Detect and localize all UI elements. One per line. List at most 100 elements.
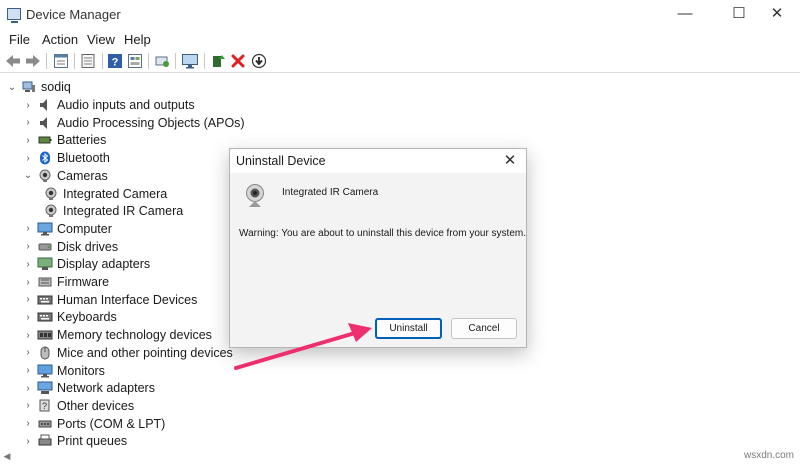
chevron-right-icon[interactable]: › xyxy=(22,294,34,305)
bluetooth-icon xyxy=(37,151,53,165)
tree-category-item[interactable]: ⌄ Cameras xyxy=(22,167,108,185)
chevron-right-icon[interactable]: › xyxy=(22,418,34,429)
tree-category-item[interactable]: › Memory technology devices xyxy=(22,326,212,344)
tree-root-label: sodiq xyxy=(41,80,71,94)
tree-item-label: Computer xyxy=(57,221,112,236)
tree-category-item[interactable]: › Audio inputs and outputs xyxy=(22,96,195,114)
uninstall-dialog: Uninstall Device ✕ Integrated IR Camera … xyxy=(229,148,527,348)
cancel-button[interactable]: Cancel xyxy=(451,318,517,339)
back-arrow-icon[interactable] xyxy=(4,52,22,70)
chevron-right-icon[interactable]: › xyxy=(22,100,34,111)
uninstall-button[interactable]: Uninstall xyxy=(375,318,442,339)
tree-item-label: Audio inputs and outputs xyxy=(57,98,195,112)
chevron-right-icon[interactable]: › xyxy=(22,347,34,358)
tree-device-item[interactable]: Integrated IR Camera xyxy=(40,202,183,220)
tree-item-label: Ports (COM & LPT) xyxy=(57,416,166,431)
close-button[interactable]: ✕ xyxy=(754,0,800,29)
tree-item-label: Batteries xyxy=(57,133,107,148)
tree-category-item[interactable]: › Mice and other pointing devices xyxy=(22,344,233,362)
tree-item-label: Keyboards xyxy=(57,310,117,325)
chevron-right-icon[interactable]: › xyxy=(22,330,34,341)
tree-category-item[interactable]: ›? Other devices xyxy=(22,397,134,415)
dialog-device-name: Integrated IR Camera xyxy=(282,187,379,198)
tree-item-label: Firmware xyxy=(57,275,110,289)
network-icon xyxy=(37,381,53,395)
tree-category-item[interactable]: › Keyboards xyxy=(22,308,117,326)
chevron-down-icon[interactable]: ⌄ xyxy=(22,170,34,181)
disk-icon xyxy=(37,240,53,254)
device-manager-icon xyxy=(7,8,21,23)
chevron-right-icon[interactable]: › xyxy=(22,436,34,447)
chevron-right-icon[interactable]: › xyxy=(22,277,34,288)
tree-item-label: Cameras xyxy=(57,168,108,183)
tree-item-label: Mice and other pointing devices xyxy=(57,345,233,360)
tree-root[interactable]: ⌄ sodiq xyxy=(6,78,71,96)
computer-icon xyxy=(21,80,37,94)
firmware-icon xyxy=(37,275,53,289)
dialog-title-bar: Uninstall Device ✕ xyxy=(230,149,526,173)
tree-item-label: Print queues xyxy=(57,434,128,449)
dialog-warning-text: Warning: You are about to uninstall this… xyxy=(239,228,526,239)
tree-category-item[interactable]: › Audio Processing Objects (APOs) xyxy=(22,114,244,132)
camera-icon xyxy=(43,187,59,201)
webcam-icon xyxy=(244,183,266,209)
window-title: Device Manager xyxy=(26,7,121,22)
tree-category-item[interactable]: › Disk drives xyxy=(22,238,118,256)
tree-category-item[interactable]: › Print queues xyxy=(22,432,127,450)
tree-item-label: Monitors xyxy=(57,363,105,378)
chevron-right-icon[interactable]: › xyxy=(22,135,34,146)
scroll-left-arrow[interactable]: ◀ xyxy=(0,448,14,464)
chevron-right-icon[interactable]: › xyxy=(22,117,34,128)
forward-arrow-icon[interactable] xyxy=(24,52,42,70)
chevron-right-icon[interactable]: › xyxy=(22,153,34,164)
menu-help[interactable]: Help xyxy=(124,32,151,47)
computer-icon xyxy=(37,222,53,236)
battery-icon xyxy=(37,133,53,147)
keyboard-icon xyxy=(37,310,53,324)
tree-category-item[interactable]: › Bluetooth xyxy=(22,149,110,167)
chevron-right-icon[interactable]: › xyxy=(22,400,34,411)
menu-view[interactable]: View xyxy=(87,32,115,47)
tree-category-item[interactable]: › Ports (COM & LPT) xyxy=(22,415,165,433)
tree-item-label: Display adapters xyxy=(57,257,151,272)
menu-action[interactable]: Action xyxy=(42,32,78,47)
chevron-right-icon[interactable]: › xyxy=(22,259,34,270)
chevron-right-icon[interactable]: › xyxy=(22,383,34,394)
chevron-down-icon[interactable]: ⌄ xyxy=(6,82,18,93)
tree-category-item[interactable]: › Human Interface Devices xyxy=(22,291,197,309)
device-list-icon[interactable] xyxy=(79,52,97,70)
properties-grid-icon[interactable] xyxy=(52,52,70,70)
uninstall-x-icon[interactable] xyxy=(229,52,247,70)
mouse-icon xyxy=(37,346,53,360)
svg-text:?: ? xyxy=(112,57,119,69)
speaker-icon xyxy=(37,116,53,130)
tree-item-label: Bluetooth xyxy=(57,151,110,166)
update-driver-icon[interactable] xyxy=(209,52,227,70)
monitor-icon xyxy=(37,364,53,378)
disable-device-icon[interactable] xyxy=(250,52,268,70)
resources-icon[interactable] xyxy=(126,52,144,70)
chevron-right-icon[interactable]: › xyxy=(22,312,34,323)
help-icon[interactable]: ? xyxy=(106,52,124,70)
chevron-right-icon[interactable]: › xyxy=(22,223,34,234)
camera-icon xyxy=(37,169,53,183)
tree-category-item[interactable]: › Computer xyxy=(22,220,112,238)
minimize-button[interactable]: — xyxy=(662,0,708,29)
keyboard-icon xyxy=(37,293,53,307)
tree-category-item[interactable]: › Monitors xyxy=(22,362,105,380)
menu-file[interactable]: File xyxy=(9,32,30,47)
dialog-close-button[interactable]: ✕ xyxy=(500,151,520,171)
tree-device-item[interactable]: Integrated Camera xyxy=(40,185,167,203)
scan-hardware-icon[interactable] xyxy=(153,52,171,70)
tree-item-label: Human Interface Devices xyxy=(57,292,198,307)
chevron-right-icon[interactable]: › xyxy=(22,365,34,376)
display-icon xyxy=(37,257,53,271)
chevron-right-icon[interactable]: › xyxy=(22,241,34,252)
tree-category-item[interactable]: › Firmware xyxy=(22,273,109,291)
monitor-icon[interactable] xyxy=(181,52,199,70)
tree-category-item[interactable]: › Batteries xyxy=(22,131,106,149)
tree-item-label: Network adapters xyxy=(57,381,155,396)
tree-category-item[interactable]: › Display adapters xyxy=(22,255,150,273)
tree-category-item[interactable]: › Network adapters xyxy=(22,379,155,397)
tree-item-label: Integrated Camera xyxy=(63,186,168,201)
